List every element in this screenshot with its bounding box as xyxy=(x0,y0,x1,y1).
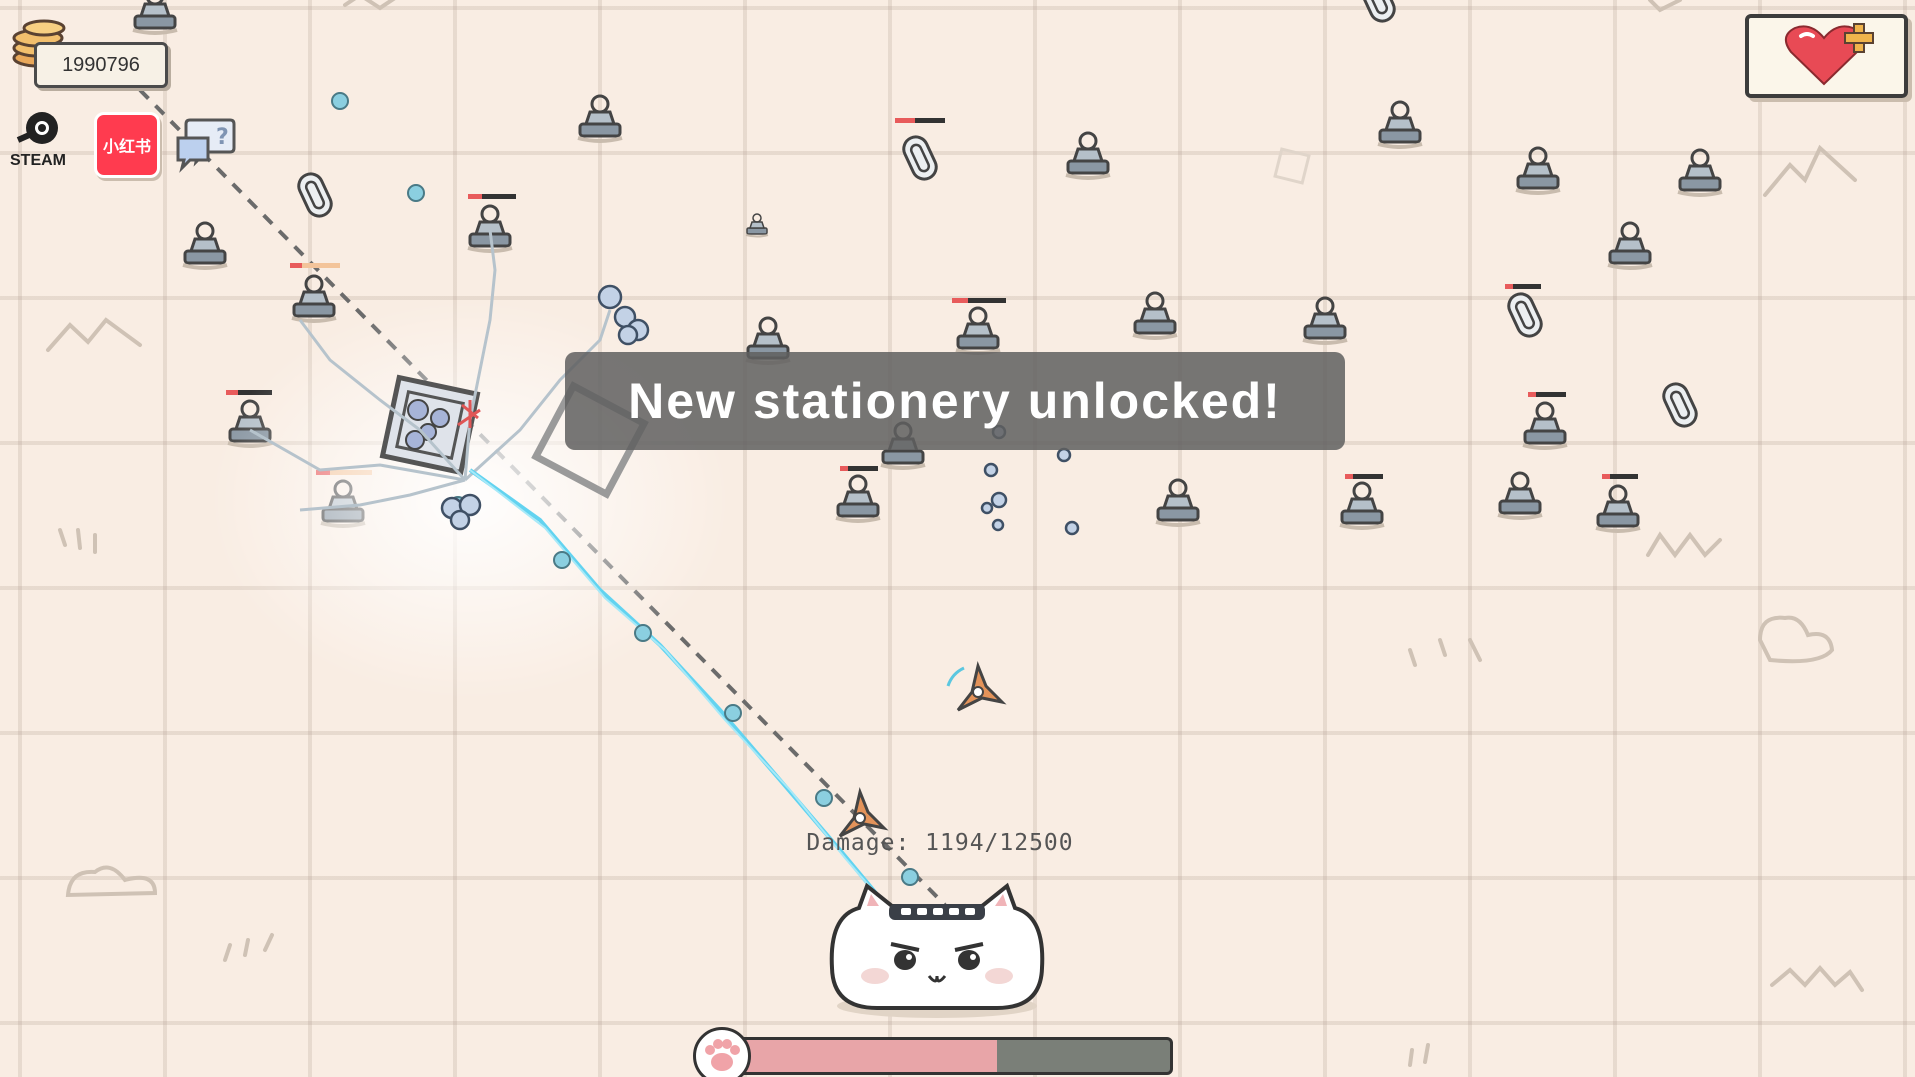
paw-button[interactable] xyxy=(693,1027,751,1077)
player-health-fill xyxy=(738,1040,998,1072)
cat-player xyxy=(829,882,1045,1018)
help-button[interactable]: ? xyxy=(176,112,236,173)
coin-counter: 1990796 xyxy=(34,42,168,88)
battlefield xyxy=(46,0,1864,1067)
eraser-faint xyxy=(1273,147,1311,185)
extra-life-button[interactable] xyxy=(1745,14,1908,98)
player-health-bar xyxy=(735,1037,1173,1075)
steam-label: STEAM xyxy=(10,152,66,169)
steam-icon xyxy=(16,112,58,144)
paw-icon xyxy=(705,1039,740,1071)
help-chat-icon: ? xyxy=(176,118,236,173)
heart-plus-icon xyxy=(1784,23,1874,86)
damage-readout: Damage: 1194/12500 xyxy=(806,830,1074,856)
unlock-toast: New stationery unlocked! xyxy=(565,352,1345,450)
fidget-spinner xyxy=(946,660,1007,712)
xiaohongshu-button[interactable]: 小红书 xyxy=(94,112,160,178)
steam-button[interactable]: STEAM xyxy=(8,110,68,170)
xiaohongshu-icon: 小红书 xyxy=(102,139,151,156)
svg-text:?: ? xyxy=(216,125,229,150)
eraser-block xyxy=(379,374,481,476)
